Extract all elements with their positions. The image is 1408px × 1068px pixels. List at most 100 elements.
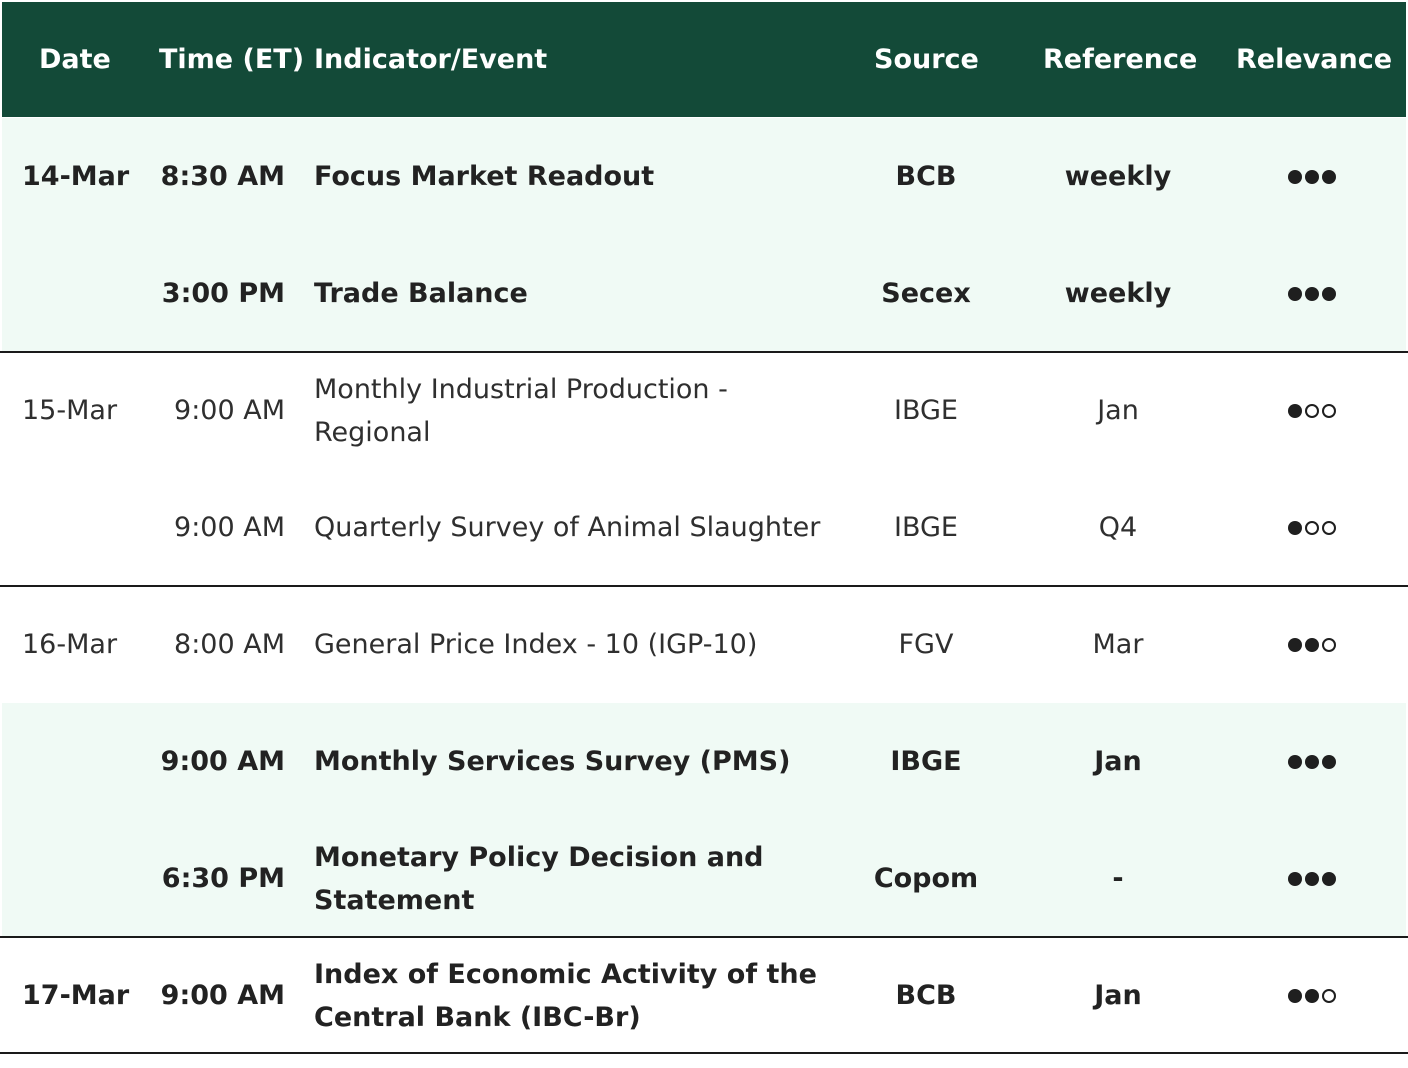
relevance-cell <box>1234 820 1390 937</box>
filled-dot-icon <box>1288 169 1302 184</box>
header-reference: Reference <box>1043 44 1198 75</box>
relevance-dots <box>1288 871 1336 886</box>
filled-dot-icon <box>1288 403 1302 418</box>
time-cell: 8:30 AM <box>160 161 285 192</box>
table-row: 15-Mar 9:00 AM Monthly Industrial Producti… <box>2 352 1406 469</box>
reference-cell: Jan <box>1094 746 1142 777</box>
header-time: Time (ET) <box>159 44 305 75</box>
date-cell: 16-Mar <box>22 629 118 660</box>
date-cell: 17-Mar <box>22 980 130 1011</box>
row-divider <box>0 585 1408 587</box>
source-cell: BCB <box>895 980 957 1011</box>
relevance-cell <box>1234 469 1390 586</box>
relevance-dots <box>1288 403 1336 418</box>
date-cell: 15-Mar <box>22 395 118 426</box>
reference-cell: Jan <box>1097 395 1139 426</box>
table-row: 9:00 AM Quarterly Survey of Animal Slaugh… <box>2 469 1406 586</box>
filled-dot-icon <box>1322 169 1336 184</box>
reference-cell: Mar <box>1092 629 1144 660</box>
indicator-cell: Trade Balance <box>314 278 528 309</box>
indicator-cell: Monetary Policy Decision and Statement <box>314 841 764 916</box>
reference-cell: Jan <box>1094 980 1142 1011</box>
indicator-cell: General Price Index - 10 (IGP-10) <box>314 629 758 660</box>
time-cell: 9:00 AM <box>160 746 285 777</box>
filled-dot-icon <box>1305 871 1319 886</box>
relevance-dots <box>1288 754 1336 769</box>
empty-dot-icon <box>1322 988 1336 1003</box>
filled-dot-icon <box>1322 871 1336 886</box>
filled-dot-icon <box>1305 754 1319 769</box>
relevance-cell <box>1234 937 1390 1054</box>
source-cell: Secex <box>881 278 971 309</box>
empty-dot-icon <box>1322 520 1336 535</box>
table-row: 9:00 AM Monthly Services Survey (PMS) IBGE… <box>2 703 1406 820</box>
empty-dot-icon <box>1305 520 1319 535</box>
date-cell <box>22 469 152 586</box>
source-cell: Copom <box>873 863 979 894</box>
table-row: 17-Mar 9:00 AM Index of Economic Activity … <box>2 937 1406 1054</box>
relevance-dots <box>1288 988 1336 1003</box>
time-cell: 8:00 AM <box>174 629 285 660</box>
date-cell <box>22 820 152 937</box>
table-row: 3:00 PM Trade Balance Secex weekly <box>2 235 1406 352</box>
reference-cell: - <box>1112 863 1124 894</box>
relevance-cell <box>1234 703 1390 820</box>
indicator-cell: Monthly Industrial Production - Regional <box>314 373 728 448</box>
filled-dot-icon <box>1288 871 1302 886</box>
relevance-cell <box>1234 352 1390 469</box>
filled-dot-icon <box>1288 988 1302 1003</box>
header-relevance: Relevance <box>1236 44 1393 75</box>
reference-cell: weekly <box>1064 161 1172 192</box>
relevance-cell <box>1234 586 1390 703</box>
source-cell: BCB <box>895 161 957 192</box>
row-divider <box>0 1052 1408 1054</box>
indicator-cell: Quarterly Survey of Animal Slaughter <box>314 512 821 543</box>
source-cell: IBGE <box>890 746 962 777</box>
table-header: Date Time (ET) Indicator/Event Source Re… <box>2 2 1406 117</box>
time-cell: 6:30 PM <box>161 863 285 894</box>
empty-dot-icon <box>1322 637 1336 652</box>
header-date: Date <box>39 44 111 75</box>
source-cell: FGV <box>898 629 954 660</box>
filled-dot-icon <box>1305 988 1319 1003</box>
time-cell: 9:00 AM <box>174 512 285 543</box>
indicator-cell: Focus Market Readout <box>314 161 655 192</box>
source-cell: IBGE <box>894 395 958 426</box>
table-row: 14-Mar 8:30 AM Focus Market Readout BCB week… <box>2 118 1406 235</box>
row-divider <box>0 351 1408 353</box>
relevance-dots <box>1288 520 1336 535</box>
table-row: 16-Mar 8:00 AM General Price Index - 10 (I… <box>2 586 1406 703</box>
empty-dot-icon <box>1305 403 1319 418</box>
filled-dot-icon <box>1305 169 1319 184</box>
filled-dot-icon <box>1288 637 1302 652</box>
filled-dot-icon <box>1288 286 1302 301</box>
time-cell: 9:00 AM <box>160 980 285 1011</box>
row-divider <box>0 936 1408 938</box>
filled-dot-icon <box>1288 754 1302 769</box>
time-cell: 9:00 AM <box>174 395 285 426</box>
relevance-dots <box>1288 169 1336 184</box>
empty-dot-icon <box>1322 403 1336 418</box>
filled-dot-icon <box>1322 754 1336 769</box>
source-cell: IBGE <box>894 512 958 543</box>
time-cell: 3:00 PM <box>161 278 285 309</box>
filled-dot-icon <box>1322 286 1336 301</box>
reference-cell: weekly <box>1064 278 1172 309</box>
filled-dot-icon <box>1305 637 1319 652</box>
date-cell: 14-Mar <box>22 161 130 192</box>
relevance-dots <box>1288 637 1336 652</box>
filled-dot-icon <box>1305 286 1319 301</box>
header-source: Source <box>874 44 979 75</box>
indicator-cell: Index of Economic Activity of the Centra… <box>314 958 817 1033</box>
date-cell <box>22 703 152 820</box>
table-row: 6:30 PM Monetary Policy Decision and Stat… <box>2 820 1406 937</box>
indicator-cell: Monthly Services Survey (PMS) <box>314 746 791 777</box>
calendar-table: Date Time (ET) Indicator/Event Source Re… <box>0 0 1408 1068</box>
reference-cell: Q4 <box>1098 512 1138 543</box>
header-indicator: Indicator/Event <box>314 44 548 75</box>
filled-dot-icon <box>1288 520 1302 535</box>
relevance-cell <box>1234 235 1390 352</box>
date-cell <box>22 235 152 352</box>
relevance-cell <box>1234 118 1390 235</box>
relevance-dots <box>1288 286 1336 301</box>
